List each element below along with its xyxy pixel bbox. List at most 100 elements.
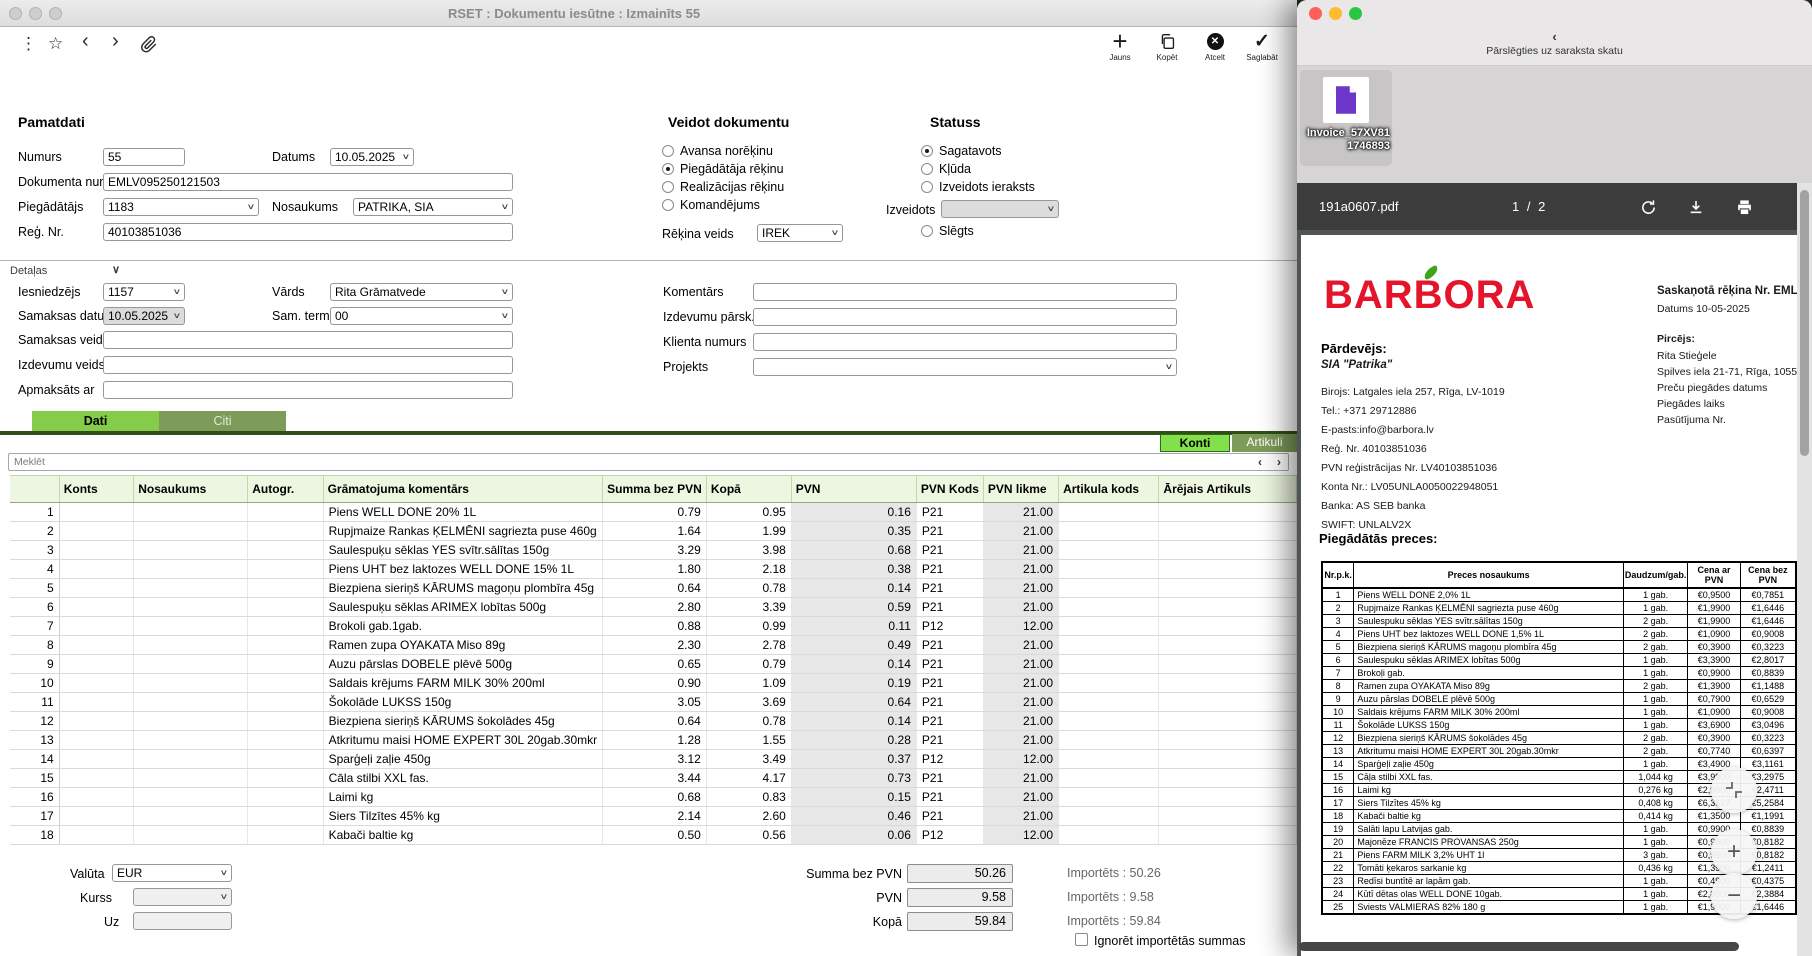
cell-rownum[interactable]: 11 bbox=[10, 693, 59, 712]
cell-nosaukums[interactable] bbox=[134, 541, 248, 560]
cell-pvn-likme[interactable]: 21.00 bbox=[983, 693, 1058, 712]
cell-summa-bez-pvn[interactable]: 0.64 bbox=[603, 712, 707, 731]
cell-pvn-likme[interactable]: 21.00 bbox=[983, 731, 1058, 750]
cell-nosaukums[interactable] bbox=[134, 826, 248, 845]
cell-kopā[interactable]: 2.60 bbox=[706, 807, 791, 826]
cell-grāmatojuma-komentārs[interactable]: Biezpiena sieriņš KĀRUMS šokolādes 45g bbox=[323, 712, 603, 731]
cell-pvn[interactable]: 0.14 bbox=[791, 655, 916, 674]
cell-autogr[interactable] bbox=[248, 826, 323, 845]
cell-pvn-likme[interactable]: 21.00 bbox=[983, 503, 1058, 522]
cell-summa-bez-pvn[interactable]: 2.14 bbox=[603, 807, 707, 826]
kurss-select[interactable]: ∨ bbox=[133, 888, 232, 906]
column-header-grāmatojuma-komentārs[interactable]: Grāmatojuma komentārs bbox=[323, 476, 603, 503]
cell-kopā[interactable]: 1.55 bbox=[706, 731, 791, 750]
cell-pvn[interactable]: 0.28 bbox=[791, 731, 916, 750]
cell-rownum[interactable]: 16 bbox=[10, 788, 59, 807]
cell-kopā[interactable]: 4.17 bbox=[706, 769, 791, 788]
cell-ārējais-artikuls[interactable] bbox=[1159, 693, 1297, 712]
radio-slēgts[interactable]: Slēgts bbox=[921, 222, 974, 240]
cell-autogr[interactable] bbox=[248, 693, 323, 712]
cell-kopā[interactable]: 2.78 bbox=[706, 636, 791, 655]
cell-nosaukums[interactable] bbox=[134, 598, 248, 617]
cell-grāmatojuma-komentārs[interactable]: Sparģeļi zaļie 450g bbox=[323, 750, 603, 769]
cell-pvn-likme[interactable]: 21.00 bbox=[983, 560, 1058, 579]
cell-pvn-likme[interactable]: 21.00 bbox=[983, 674, 1058, 693]
iesniedzejs-select[interactable]: 1157∨ bbox=[103, 283, 185, 301]
paperclip-icon[interactable] bbox=[140, 35, 158, 59]
cell-autogr[interactable] bbox=[248, 636, 323, 655]
cell-pvn[interactable]: 0.64 bbox=[791, 693, 916, 712]
cell-grāmatojuma-komentārs[interactable]: Siers Tilzītes 45% kg bbox=[323, 807, 603, 826]
cell-autogr[interactable] bbox=[248, 503, 323, 522]
cell-summa-bez-pvn[interactable]: 0.65 bbox=[603, 655, 707, 674]
cell-pvn-kods[interactable]: P21 bbox=[916, 655, 983, 674]
column-header-rownum[interactable] bbox=[10, 476, 59, 503]
cell-kopā[interactable]: 2.18 bbox=[706, 560, 791, 579]
apmaksats-ar-input[interactable] bbox=[103, 381, 513, 399]
cell-konts[interactable] bbox=[59, 693, 134, 712]
reg-nr-input[interactable]: 40103851036 bbox=[103, 223, 513, 241]
cell-grāmatojuma-komentārs[interactable]: Atkritumu maisi HOME EXPERT 30L 20gab.30… bbox=[323, 731, 603, 750]
cell-pvn-kods[interactable]: P21 bbox=[916, 674, 983, 693]
column-header-pvn[interactable]: PVN bbox=[791, 476, 916, 503]
scroll-right-icon[interactable]: › bbox=[1277, 455, 1281, 469]
minimize-window-button[interactable] bbox=[1329, 7, 1342, 20]
zoom-out-button[interactable]: − bbox=[1711, 873, 1757, 919]
komentars-input[interactable] bbox=[753, 283, 1177, 301]
cell-nosaukums[interactable] bbox=[134, 522, 248, 541]
klienta-numurs-input[interactable] bbox=[753, 333, 1177, 351]
forward-icon[interactable]: › bbox=[112, 30, 119, 52]
cell-pvn-kods[interactable]: P21 bbox=[916, 579, 983, 598]
cell-nosaukums[interactable] bbox=[134, 731, 248, 750]
cell-artikula-kods[interactable] bbox=[1059, 807, 1159, 826]
cell-pvn-likme[interactable]: 21.00 bbox=[983, 522, 1058, 541]
cell-grāmatojuma-komentārs[interactable]: Biezpiena sieriņš KĀRUMS magoņu plombīra… bbox=[323, 579, 603, 598]
column-header-pvn-likme[interactable]: PVN likme bbox=[983, 476, 1058, 503]
cell-artikula-kods[interactable] bbox=[1059, 693, 1159, 712]
cell-pvn-kods[interactable]: P12 bbox=[916, 750, 983, 769]
cell-rownum[interactable]: 9 bbox=[10, 655, 59, 674]
cell-pvn-likme[interactable]: 21.00 bbox=[983, 655, 1058, 674]
radio-avansa-norēķinu[interactable]: Avansa norēķinu bbox=[662, 142, 784, 160]
cell-ārējais-artikuls[interactable] bbox=[1159, 541, 1297, 560]
cell-konts[interactable] bbox=[59, 769, 134, 788]
cell-autogr[interactable] bbox=[248, 731, 323, 750]
cell-pvn[interactable]: 0.59 bbox=[791, 598, 916, 617]
cell-pvn-kods[interactable]: P21 bbox=[916, 788, 983, 807]
cell-pvn[interactable]: 0.49 bbox=[791, 636, 916, 655]
izveidots-select[interactable]: ∨ bbox=[941, 200, 1059, 218]
zoom-window-button[interactable] bbox=[1349, 7, 1362, 20]
cell-konts[interactable] bbox=[59, 807, 134, 826]
cell-rownum[interactable]: 5 bbox=[10, 579, 59, 598]
cell-rownum[interactable]: 4 bbox=[10, 560, 59, 579]
cell-summa-bez-pvn[interactable]: 0.88 bbox=[603, 617, 707, 636]
cell-nosaukums[interactable] bbox=[134, 636, 248, 655]
cell-ārējais-artikuls[interactable] bbox=[1159, 636, 1297, 655]
cell-ārējais-artikuls[interactable] bbox=[1159, 750, 1297, 769]
cell-nosaukums[interactable] bbox=[134, 655, 248, 674]
radio-izveidots-ieraksts[interactable]: Izveidots ieraksts bbox=[921, 178, 1035, 196]
cell-pvn-likme[interactable]: 12.00 bbox=[983, 617, 1058, 636]
radio-komandējums[interactable]: Komandējums bbox=[662, 196, 784, 214]
column-header-kopā[interactable]: Kopā bbox=[706, 476, 791, 503]
cell-rownum[interactable]: 3 bbox=[10, 541, 59, 560]
ignore-imported-checkbox[interactable] bbox=[1075, 933, 1088, 946]
izdevumu-parsk-input[interactable] bbox=[753, 308, 1177, 326]
cell-autogr[interactable] bbox=[248, 617, 323, 636]
cell-grāmatojuma-komentārs[interactable]: Piens WELL DONE 20% 1L bbox=[323, 503, 603, 522]
cell-grāmatojuma-komentārs[interactable]: Laimi kg bbox=[323, 788, 603, 807]
cell-artikula-kods[interactable] bbox=[1059, 655, 1159, 674]
cell-ārējais-artikuls[interactable] bbox=[1159, 731, 1297, 750]
cell-summa-bez-pvn[interactable]: 3.29 bbox=[603, 541, 707, 560]
radio-sagatavots[interactable]: Sagatavots bbox=[921, 142, 1035, 160]
cell-artikula-kods[interactable] bbox=[1059, 560, 1159, 579]
download-icon[interactable] bbox=[1685, 196, 1707, 218]
cell-ārējais-artikuls[interactable] bbox=[1159, 522, 1297, 541]
cell-artikula-kods[interactable] bbox=[1059, 617, 1159, 636]
cell-ārējais-artikuls[interactable] bbox=[1159, 655, 1297, 674]
cell-artikula-kods[interactable] bbox=[1059, 541, 1159, 560]
cell-pvn[interactable]: 0.14 bbox=[791, 712, 916, 731]
cell-kopā[interactable]: 1.09 bbox=[706, 674, 791, 693]
cell-summa-bez-pvn[interactable]: 1.28 bbox=[603, 731, 707, 750]
datums-select[interactable]: 10.05.2025∨ bbox=[330, 148, 414, 166]
